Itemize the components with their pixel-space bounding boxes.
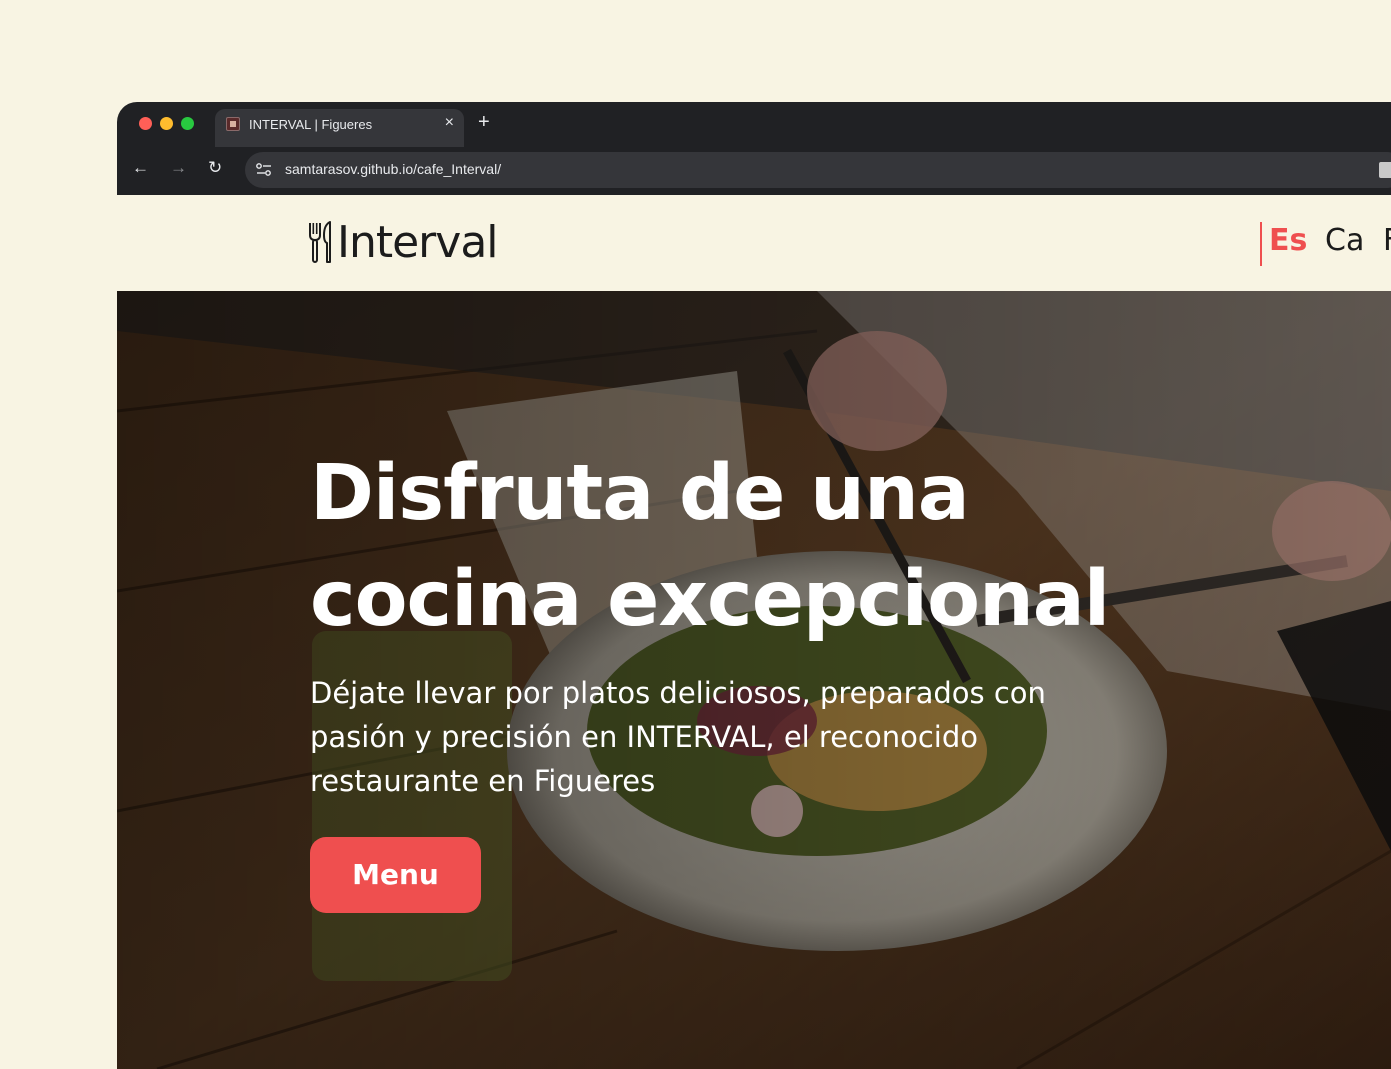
hero-description: Déjate llevar por platos deliciosos, pre…: [310, 676, 1046, 798]
maximize-window-button[interactable]: [181, 117, 194, 130]
url-text: samtarasov.github.io/cafe_Interval/: [285, 161, 502, 177]
site-settings-icon[interactable]: [255, 162, 273, 178]
tab-title: INTERVAL | Figueres: [249, 117, 373, 132]
browser-tab[interactable]: INTERVAL | Figueres ×: [215, 109, 464, 147]
language-divider: [1260, 222, 1262, 266]
hero-title: Disfruta de una cocina excepcional: [310, 449, 1110, 644]
new-tab-icon[interactable]: +: [478, 111, 490, 134]
fork-knife-icon: [309, 221, 331, 263]
forward-arrow-icon[interactable]: →: [170, 158, 187, 178]
tab-close-icon[interactable]: ×: [445, 114, 454, 132]
language-option-next[interactable]: F: [1383, 223, 1391, 258]
language-option-ca[interactable]: Ca: [1325, 223, 1364, 258]
browser-window: INTERVAL | Figueres × + ← → ↻ samtarasov…: [117, 102, 1391, 1069]
menu-button[interactable]: Menu: [310, 837, 481, 913]
language-option-es[interactable]: Es: [1269, 223, 1307, 258]
close-window-button[interactable]: [139, 117, 152, 130]
translate-icon[interactable]: [1379, 162, 1391, 178]
browser-chrome: INTERVAL | Figueres × + ← → ↻ samtarasov…: [117, 102, 1391, 195]
back-arrow-icon[interactable]: ←: [132, 158, 149, 178]
minimize-window-button[interactable]: [160, 117, 173, 130]
site-favicon-icon: [226, 117, 240, 131]
reload-icon[interactable]: ↻: [208, 158, 222, 178]
site-header: Interval Es Ca F: [117, 195, 1391, 291]
hero-section: Disfruta de una cocina excepcional Déjat…: [117, 291, 1391, 1069]
address-bar[interactable]: samtarasov.github.io/cafe_Interval/: [245, 152, 1391, 188]
logo-text: Interval: [337, 217, 499, 268]
